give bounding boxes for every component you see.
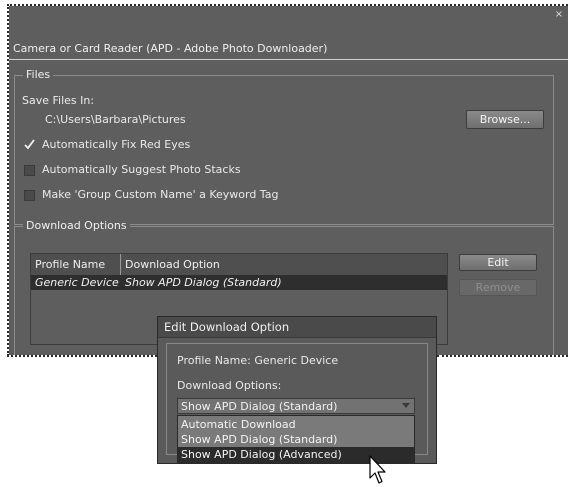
edit-dialog-title-bar: Edit Download Option bbox=[158, 317, 436, 338]
title-divider bbox=[9, 59, 568, 60]
save-path-text: C:\Users\Barbara\Pictures bbox=[45, 113, 186, 126]
keyword-tag-label: Make 'Group Custom Name' a Keyword Tag bbox=[42, 188, 279, 201]
row-download-option-cell: Show APD Dialog (Standard) bbox=[125, 276, 282, 289]
edit-dialog-title: Edit Download Option bbox=[164, 320, 290, 334]
option-automatic-download[interactable]: Automatic Download bbox=[178, 417, 414, 432]
mouse-pointer-icon bbox=[369, 455, 386, 484]
selection-border-bottom-left bbox=[7, 355, 157, 357]
edit-button[interactable]: Edit bbox=[459, 254, 537, 271]
keyword-tag-checkbox[interactable] bbox=[24, 190, 35, 201]
files-group-label: Files bbox=[23, 68, 54, 82]
suggest-photo-stacks-label: Automatically Suggest Photo Stacks bbox=[42, 163, 241, 176]
table-row[interactable]: Generic Device Show APD Dialog (Standard… bbox=[31, 275, 447, 290]
column-header-download-option[interactable]: Download Option bbox=[121, 254, 447, 275]
browse-button[interactable]: Browse... bbox=[466, 110, 544, 129]
dialog-title: Camera or Card Reader (APD - Adobe Photo… bbox=[13, 42, 328, 55]
selection-border-bottom-right bbox=[437, 355, 568, 357]
fix-red-eyes-label: Automatically Fix Red Eyes bbox=[42, 138, 191, 151]
download-options-label: Download Options: bbox=[177, 379, 282, 392]
download-option-select-value: Show APD Dialog (Standard) bbox=[181, 400, 338, 413]
remove-button[interactable]: Remove bbox=[459, 279, 537, 296]
save-files-in-label: Save Files In: bbox=[22, 94, 95, 107]
profile-name-text: Profile Name: Generic Device bbox=[177, 354, 339, 367]
download-options-group-label: Download Options bbox=[23, 219, 130, 233]
fix-red-eyes-checkbox[interactable] bbox=[24, 139, 35, 151]
close-button[interactable]: × bbox=[553, 9, 565, 21]
row-profile-cell: Generic Device bbox=[35, 276, 119, 289]
column-header-profile-name[interactable]: Profile Name bbox=[31, 254, 121, 275]
download-option-select[interactable]: Show APD Dialog (Standard) bbox=[177, 398, 415, 414]
checkmark-icon bbox=[24, 139, 35, 150]
chevron-down-icon bbox=[402, 403, 410, 408]
option-apd-standard[interactable]: Show APD Dialog (Standard) bbox=[178, 432, 414, 447]
suggest-photo-stacks-checkbox[interactable] bbox=[24, 165, 35, 176]
